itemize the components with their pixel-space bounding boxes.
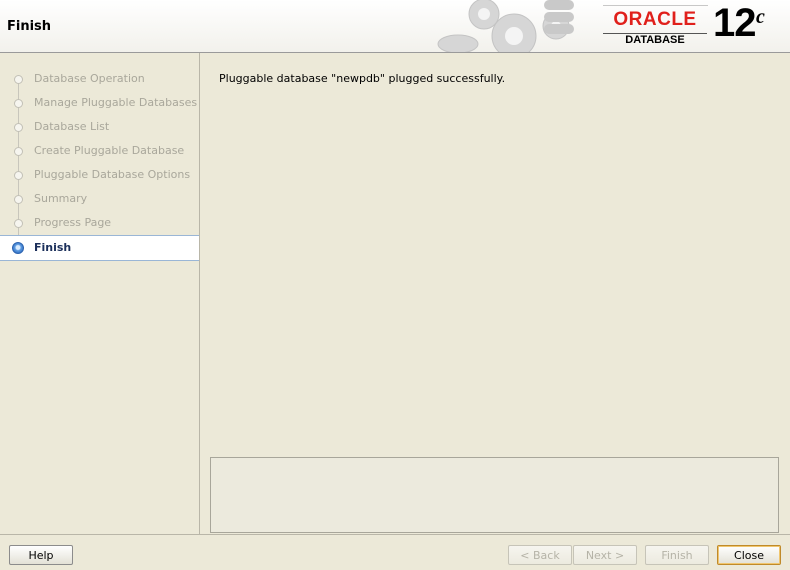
step-item: Database List [0, 115, 199, 139]
gears-decoration-icon [437, 0, 574, 52]
next-button[interactable]: Next > [573, 545, 637, 565]
oracle-wordmark: ORACLE [613, 9, 697, 30]
step-current-icon [12, 242, 24, 254]
version-suffix: c [756, 6, 765, 28]
page-title: Finish [7, 19, 52, 34]
step-item: Pluggable Database Options [0, 163, 199, 187]
details-text-area[interactable] [210, 457, 779, 533]
step-label: Create Pluggable Database [34, 144, 185, 157]
finish-button[interactable]: Finish [645, 545, 709, 565]
step-item: Summary [0, 187, 199, 211]
step-label: Summary [34, 192, 88, 205]
next-button-label: Next > [585, 549, 625, 562]
oracle-database-logo: ORACLE DATABASE [603, 5, 708, 48]
step-done-icon [14, 123, 23, 132]
step-label: Database Operation [34, 72, 145, 85]
close-button-label: Close [734, 549, 764, 562]
step-item: Finish [0, 235, 199, 261]
step-label: Finish [34, 241, 72, 254]
help-button[interactable]: Help [9, 545, 73, 565]
step-item: Database Operation [0, 67, 199, 91]
version-number: 12 [713, 1, 756, 45]
step-label: Manage Pluggable Databases [34, 96, 198, 109]
finish-button-label: Finish [661, 549, 693, 562]
step-done-icon [14, 99, 23, 108]
steps-sidebar: Database Operation Manage Pluggable Datab… [0, 53, 200, 534]
step-done-icon [14, 75, 23, 84]
step-item: Manage Pluggable Databases [0, 91, 199, 115]
footer-divider [0, 534, 790, 535]
step-label: Database List [34, 120, 110, 133]
status-message: Pluggable database "newpdb" plugged succ… [219, 72, 506, 85]
back-button[interactable]: < Back [508, 545, 572, 565]
close-button[interactable]: Close [717, 545, 781, 565]
step-done-icon [14, 147, 23, 156]
header-banner: Finish ORACLE DATABASE 12 c [0, 0, 790, 53]
step-done-icon [14, 195, 23, 204]
step-label: Progress Page [34, 216, 112, 229]
step-item: Progress Page [0, 211, 199, 235]
step-item: Create Pluggable Database [0, 139, 199, 163]
main-panel: Pluggable database "newpdb" plugged succ… [200, 53, 790, 534]
step-label: Pluggable Database Options [34, 168, 191, 181]
back-button-label: < Back [520, 549, 560, 562]
step-done-icon [14, 171, 23, 180]
step-done-icon [14, 219, 23, 228]
help-button-label: Help [28, 549, 54, 562]
database-wordmark: DATABASE [625, 34, 685, 46]
